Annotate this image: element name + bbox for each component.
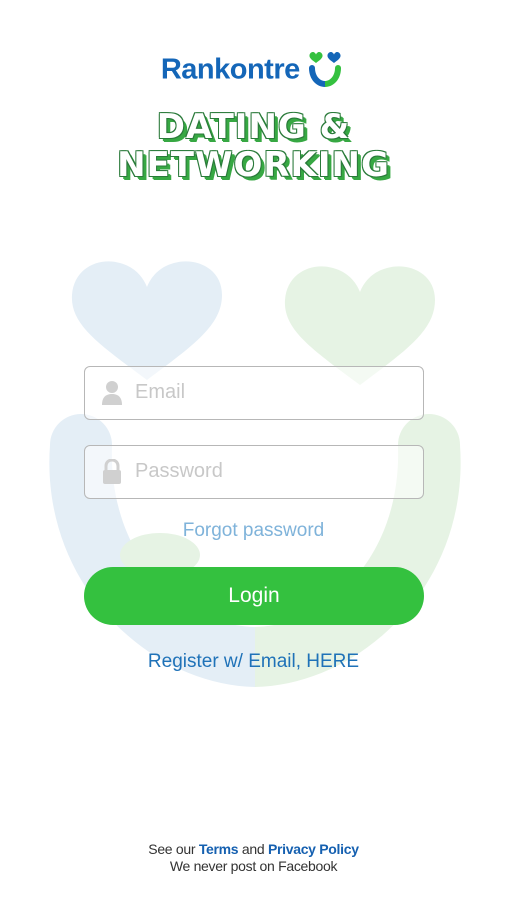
password-input[interactable] [135,446,415,497]
password-field[interactable] [84,445,424,499]
headline-line-1: DATING & [156,107,351,147]
login-button[interactable]: Login [84,567,424,625]
user-icon [101,380,123,406]
brand-logo: Rankontre [0,50,507,90]
footer: See our Terms and Privacy Policy We neve… [0,841,507,875]
privacy-policy-link[interactable]: Privacy Policy [268,841,359,857]
forgot-password-link[interactable]: Forgot password [0,520,507,542]
email-input[interactable] [135,367,415,418]
lock-icon [101,459,123,485]
login-screen: Rankontre DATING & NETWORKING Email Forg… [0,0,507,900]
facebook-note: We never post on Facebook [169,858,338,874]
brand-name: Rankontre [160,53,300,86]
register-email-link[interactable]: Register w/ Email, HERE [0,651,507,673]
email-field[interactable] [84,366,424,420]
headline-line-2: NETWORKING [117,145,390,185]
legal-line: See our Terms and Privacy Policy [0,841,507,858]
terms-link[interactable]: Terms [199,841,239,857]
legal-prefix: See our [148,841,196,857]
smile-hearts-icon [306,50,346,90]
legal-and: and [241,841,265,857]
